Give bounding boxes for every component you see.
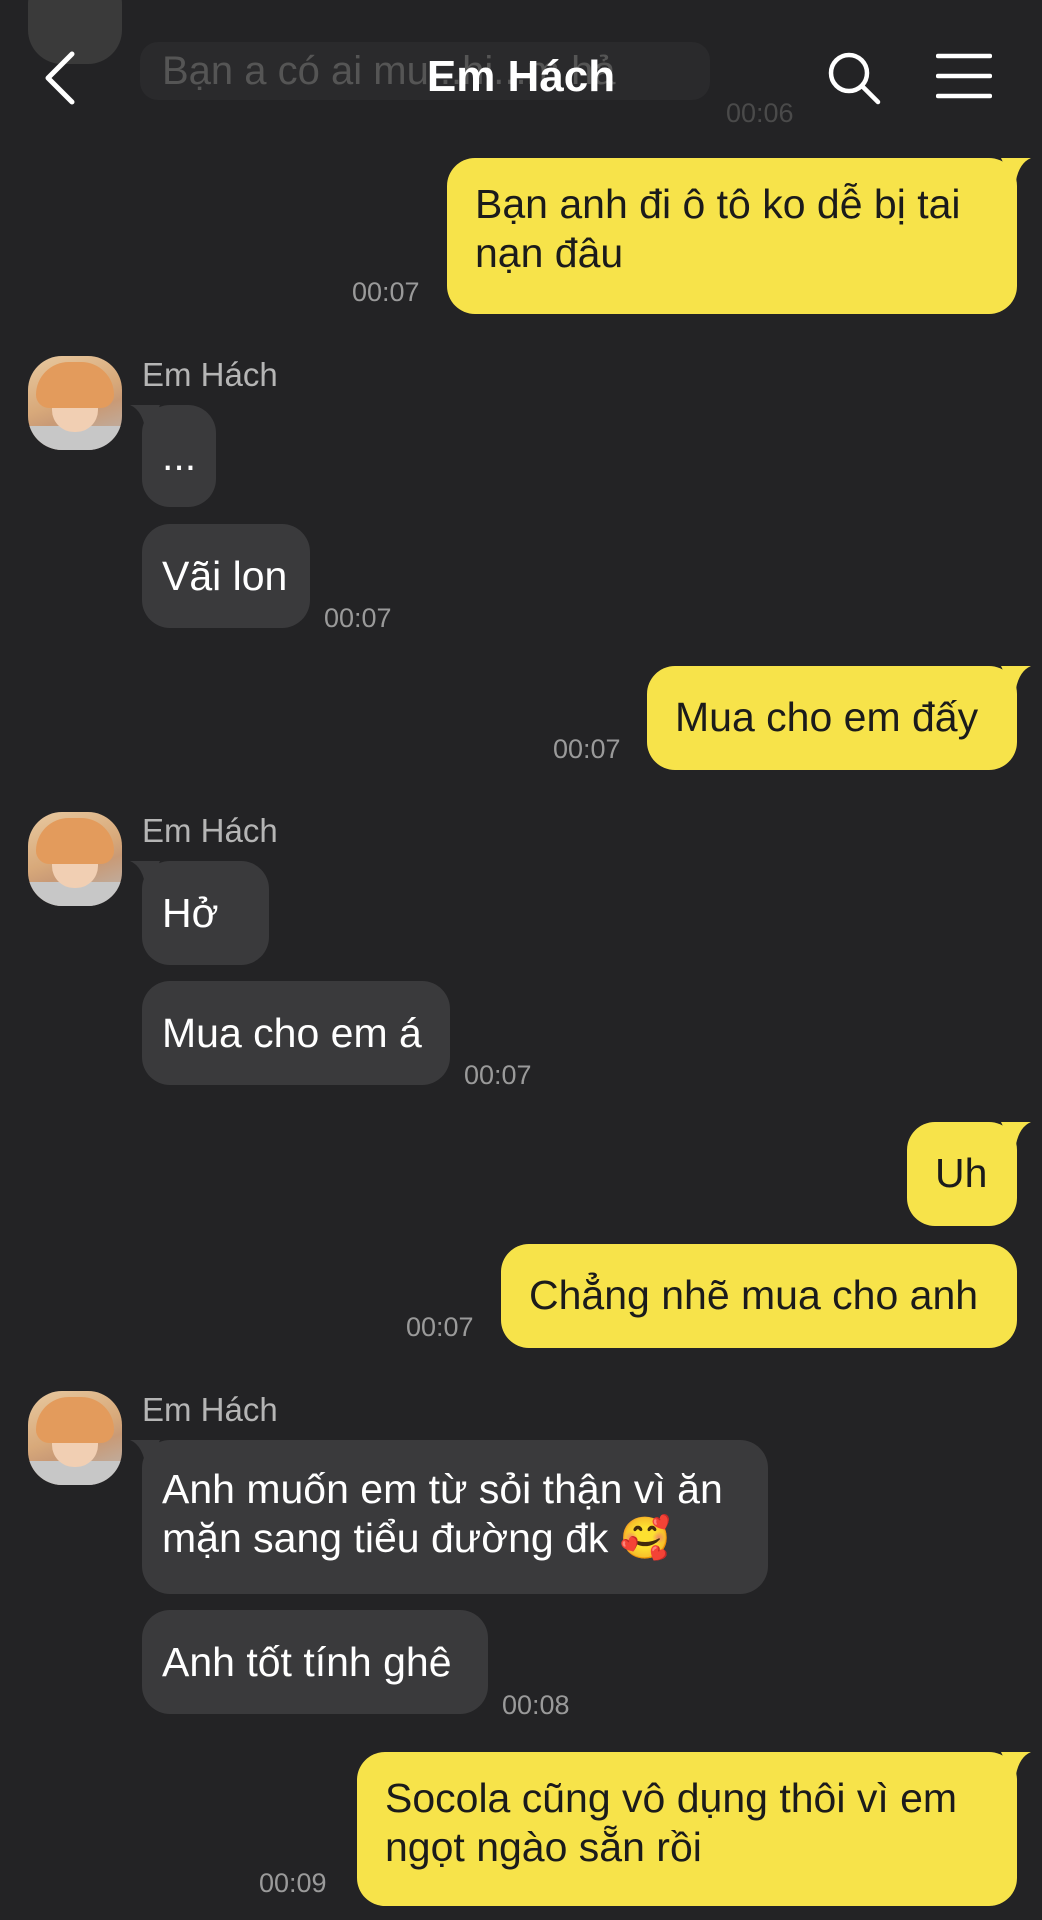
my-message-bubble[interactable]: Uh bbox=[907, 1122, 1031, 1226]
chat-title: Em Hách bbox=[426, 52, 616, 101]
message-text: Bạn anh đi ô tô ko dễ bị tai nạn đâu bbox=[475, 181, 961, 276]
message-time: 00:08 bbox=[502, 1690, 570, 1720]
message-text: Anh tốt tính ghê bbox=[162, 1639, 452, 1685]
message-time: 00:07 bbox=[406, 1312, 474, 1342]
message-text: ... bbox=[162, 433, 197, 479]
message-text: Chẳng nhẽ mua cho anh bbox=[529, 1272, 979, 1318]
message-time: 00:07 bbox=[324, 603, 392, 633]
my-message-bubble[interactable]: Mua cho em đấy bbox=[647, 666, 1031, 770]
their-message-bubble[interactable]: Vãi lon bbox=[142, 524, 310, 628]
message-time: 00:07 bbox=[553, 734, 621, 764]
bubble-tail-icon bbox=[1001, 1752, 1031, 1782]
search-button[interactable] bbox=[826, 50, 882, 106]
my-message-bubble[interactable]: Socola cũng vô dụng thôi vì em ngọt ngào… bbox=[357, 1752, 1031, 1906]
my-message-bubble[interactable]: Bạn anh đi ô tô ko dễ bị tai nạn đâu bbox=[447, 158, 1031, 314]
menu-button[interactable] bbox=[935, 52, 993, 100]
bubble-tail-icon bbox=[1001, 1122, 1031, 1152]
message-text: Vãi lon bbox=[162, 553, 288, 599]
their-message-bubble[interactable]: Mua cho em á bbox=[142, 981, 450, 1085]
message-text: Mua cho em á bbox=[162, 1010, 422, 1056]
my-message-bubble[interactable]: Chẳng nhẽ mua cho anh bbox=[501, 1244, 1017, 1348]
bubble-tail-icon bbox=[130, 405, 160, 435]
sender-name: Em Hách bbox=[142, 812, 278, 849]
their-message-bubble[interactable]: Anh muốn em từ sỏi thận vì ăn mặn sang t… bbox=[130, 1440, 768, 1594]
message-time: 00:09 bbox=[259, 1868, 327, 1898]
search-icon bbox=[828, 52, 881, 105]
bubble-tail-icon bbox=[1001, 158, 1031, 188]
message-text: Uh bbox=[935, 1150, 988, 1196]
message-text: Anh muốn em từ sỏi thận vì ăn mặn sang t… bbox=[162, 1466, 723, 1561]
sender-name: Em Hách bbox=[142, 356, 278, 393]
message-time: 00:07 bbox=[464, 1060, 532, 1090]
hamburger-menu-icon bbox=[935, 53, 993, 99]
bubble-tail-icon bbox=[130, 1440, 160, 1470]
message-text: Socola cũng vô dụng thôi vì em ngọt ngào… bbox=[385, 1775, 958, 1870]
bubble-tail-icon bbox=[130, 861, 160, 891]
contact-avatar[interactable] bbox=[28, 356, 122, 450]
their-message-bubble[interactable]: ... bbox=[130, 405, 216, 507]
message-text: Mua cho em đấy bbox=[675, 694, 979, 740]
chat-header: Em Hách bbox=[0, 0, 1042, 150]
sender-name: Em Hách bbox=[142, 1391, 278, 1428]
their-message-bubble[interactable]: Anh tốt tính ghê bbox=[142, 1610, 488, 1714]
bubble-tail-icon bbox=[1001, 666, 1031, 696]
message-time: 00:07 bbox=[352, 277, 420, 307]
their-message-bubble[interactable]: Hở ? bbox=[130, 861, 269, 1040]
contact-avatar[interactable] bbox=[28, 812, 122, 906]
contact-avatar[interactable] bbox=[28, 1391, 122, 1485]
